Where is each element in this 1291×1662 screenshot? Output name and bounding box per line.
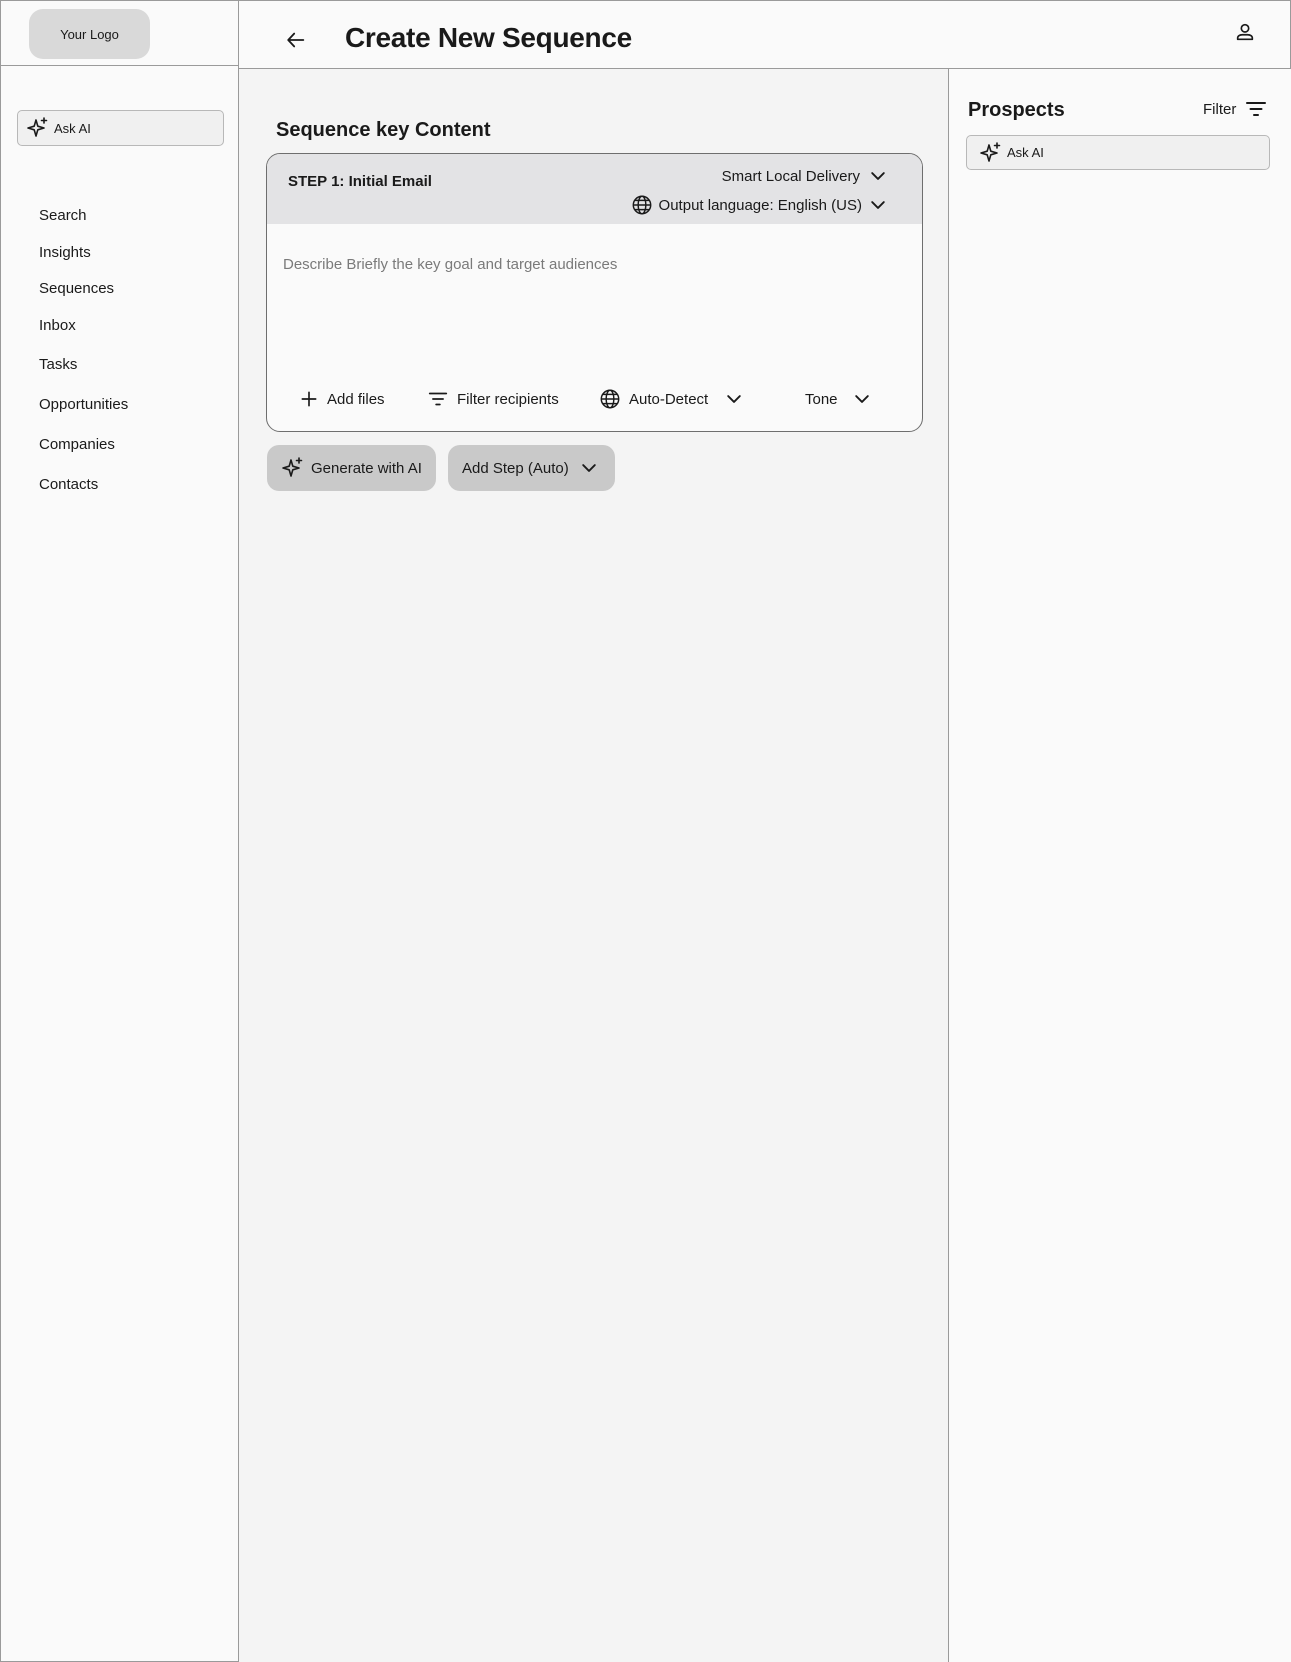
sidebar-ask-ai-label: Ask AI xyxy=(54,120,91,136)
output-language-label: Output language: English (US) xyxy=(658,196,862,214)
chevron-down-icon xyxy=(579,458,599,478)
step-card-header: STEP 1: Initial Email Smart Local Delive… xyxy=(267,154,922,224)
sidebar-item-sequences[interactable]: Sequences xyxy=(39,280,114,297)
prospects-ask-ai-button[interactable]: Ask AI xyxy=(966,135,1270,170)
add-files-button[interactable]: Add files xyxy=(299,384,385,414)
tone-select[interactable]: Tone xyxy=(805,384,872,414)
generate-with-ai-label: Generate with AI xyxy=(311,459,422,477)
sparkle-icon xyxy=(281,456,305,480)
add-files-label: Add files xyxy=(327,390,385,408)
sidebar: Your Logo Ask AI Search Insights Sequenc… xyxy=(0,0,239,1662)
sidebar-item-opportunities[interactable]: Opportunities xyxy=(39,396,128,413)
chevron-down-icon xyxy=(868,166,888,186)
filter-recipients-button[interactable]: Filter recipients xyxy=(427,384,559,414)
step-card: STEP 1: Initial Email Smart Local Delive… xyxy=(266,153,923,432)
sparkle-icon xyxy=(979,141,1003,165)
sparkle-icon xyxy=(26,116,50,140)
filter-recipients-label: Filter recipients xyxy=(457,390,559,408)
logo-area: Your Logo xyxy=(1,1,239,66)
sidebar-item-tasks[interactable]: Tasks xyxy=(39,356,77,373)
auto-detect-select[interactable]: Auto-Detect xyxy=(599,384,744,414)
sidebar-item-contacts[interactable]: Contacts xyxy=(39,476,98,493)
page-title: Create New Sequence xyxy=(345,22,632,53)
filter-icon xyxy=(427,388,449,410)
output-language-select[interactable]: Output language: English (US) xyxy=(631,194,888,216)
arrow-left-icon xyxy=(285,29,307,51)
sidebar-item-companies[interactable]: Companies xyxy=(39,436,115,453)
plus-icon xyxy=(299,389,319,409)
sidebar-item-insights[interactable]: Insights xyxy=(39,244,91,261)
add-step-label: Add Step (Auto) xyxy=(462,459,569,477)
step-label: STEP 1: Initial Email xyxy=(288,173,432,190)
sidebar-item-inbox[interactable]: Inbox xyxy=(39,317,76,334)
chevron-down-icon xyxy=(724,389,744,409)
logo[interactable]: Your Logo xyxy=(29,9,150,59)
chevron-down-icon xyxy=(852,389,872,409)
auto-detect-label: Auto-Detect xyxy=(629,390,709,408)
prospects-ask-ai-label: Ask AI xyxy=(1007,145,1044,160)
prospects-title: Prospects xyxy=(968,99,1065,121)
globe-icon xyxy=(631,194,653,216)
step-toolbar: Add files Filter recipients Auto-Detect xyxy=(267,384,922,414)
section-title: Sequence key Content xyxy=(276,119,491,141)
generate-with-ai-button[interactable]: Generate with AI xyxy=(267,445,436,491)
user-button[interactable] xyxy=(1234,21,1256,43)
globe-icon xyxy=(599,388,621,410)
tone-label: Tone xyxy=(805,390,838,408)
filter-icon xyxy=(1244,97,1268,121)
prospects-filter-button[interactable]: Filter xyxy=(1203,97,1268,121)
add-step-button[interactable]: Add Step (Auto) xyxy=(448,445,615,491)
sidebar-item-search[interactable]: Search xyxy=(39,207,87,224)
filter-label: Filter xyxy=(1203,100,1237,118)
chevron-down-icon xyxy=(868,195,888,215)
description-input[interactable] xyxy=(283,250,903,278)
back-button[interactable] xyxy=(283,27,309,53)
delivery-select[interactable]: Smart Local Delivery xyxy=(722,166,888,186)
sidebar-ask-ai-button[interactable]: Ask AI xyxy=(17,110,224,146)
user-icon xyxy=(1234,21,1256,43)
delivery-label: Smart Local Delivery xyxy=(721,167,860,185)
